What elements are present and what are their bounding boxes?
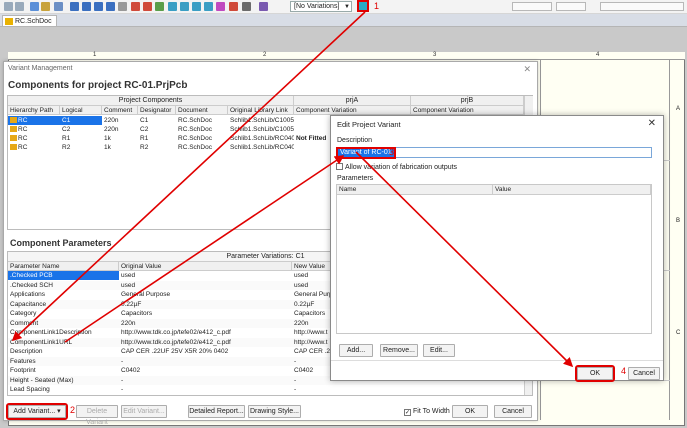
arrow-3 [355,151,574,368]
annotation-arrows [11,11,574,368]
arrow-2 [64,155,345,343]
